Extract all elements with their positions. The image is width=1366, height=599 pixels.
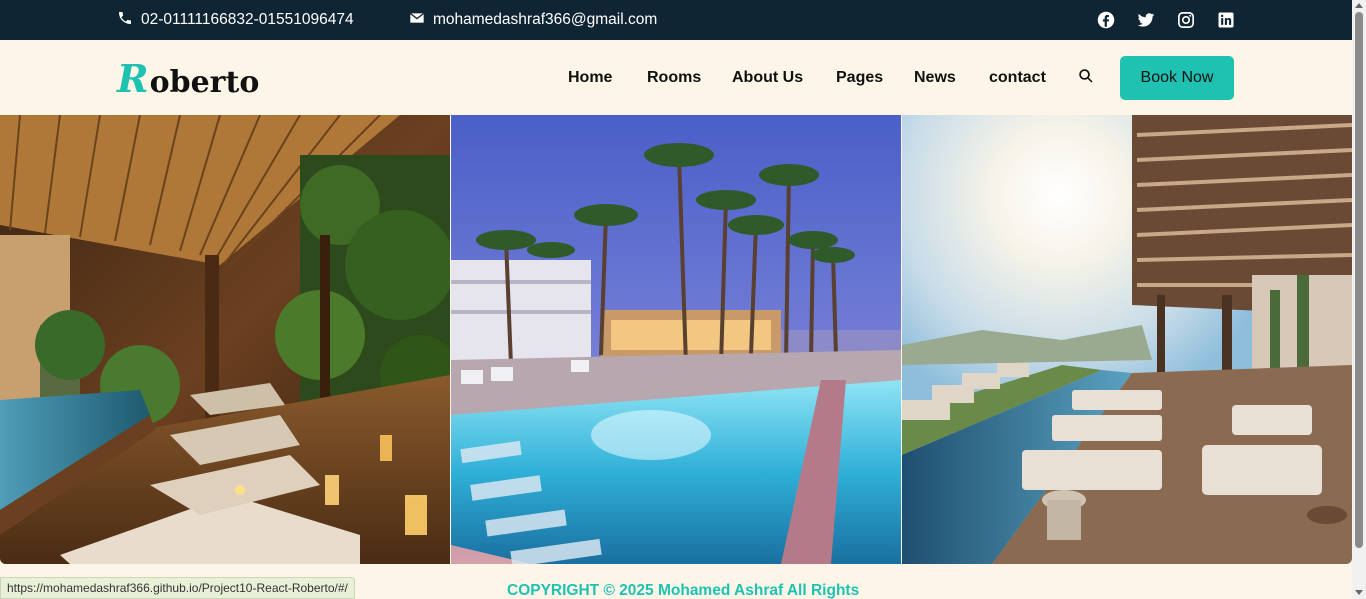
instagram-icon[interactable] <box>1177 11 1195 29</box>
main-navbar: R oberto Home Rooms About Us Pages News … <box>0 40 1352 115</box>
facebook-icon[interactable] <box>1097 11 1115 29</box>
envelope-icon <box>409 10 425 31</box>
phone-contact[interactable]: 02-01111166832-01551096474 <box>117 0 354 40</box>
phone-number: 02-01111166832-01551096474 <box>141 11 354 28</box>
page-scrollbar[interactable] <box>1352 0 1366 599</box>
book-now-button[interactable]: Book Now <box>1120 56 1234 100</box>
nav-contact[interactable]: contact <box>989 69 1046 87</box>
scroll-down-arrow-icon[interactable] <box>1355 590 1363 595</box>
search-icon[interactable] <box>1077 67 1095 85</box>
hero-gallery <box>0 115 1352 564</box>
pool-palms-image <box>451 115 901 564</box>
social-links <box>1097 0 1235 40</box>
email-contact[interactable]: mohamedashraf366@gmail.com <box>409 0 657 40</box>
scroll-thumb[interactable] <box>1355 12 1363 548</box>
top-bar: 02-01111166832-01551096474 mohamedashraf… <box>0 0 1352 40</box>
status-bar-url: https://mohamedashraf366.github.io/Proje… <box>0 577 355 599</box>
twitter-icon[interactable] <box>1137 11 1155 29</box>
nav-news[interactable]: News <box>914 69 956 87</box>
scroll-up-arrow-icon[interactable] <box>1355 3 1363 8</box>
email-address: mohamedashraf366@gmail.com <box>433 11 658 28</box>
phone-icon <box>117 10 133 31</box>
nav-about-us[interactable]: About Us <box>732 69 803 87</box>
spa-lounge-image <box>0 115 450 564</box>
linkedin-icon[interactable] <box>1217 11 1235 29</box>
copyright-text: COPYRIGHT © 2025 Mohamed Ashraf All Righ… <box>507 582 860 599</box>
logo-initial: R <box>117 56 149 101</box>
nav-home[interactable]: Home <box>568 69 612 87</box>
logo-text: oberto <box>149 65 260 100</box>
nav-pages[interactable]: Pages <box>836 69 883 87</box>
rooftop-pool-image <box>902 115 1352 564</box>
nav-rooms[interactable]: Rooms <box>647 69 701 87</box>
logo[interactable]: R oberto <box>117 56 259 101</box>
